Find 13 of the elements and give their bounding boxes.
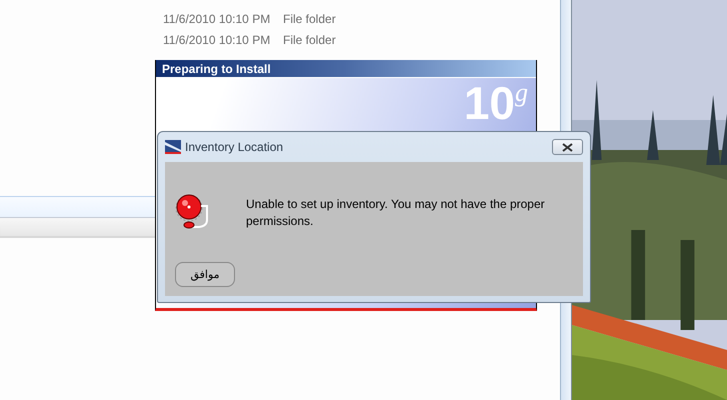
error-message: Unable to set up inventory. You may not have the proper permissions. [246, 196, 546, 230]
window-title: Preparing to Install [156, 60, 536, 78]
type-cell-text: File folder [283, 12, 337, 26]
logo-number: 10 [464, 80, 515, 126]
close-icon [562, 142, 573, 152]
type-cell-text: File folder [283, 32, 337, 46]
app-icon [165, 140, 181, 154]
dialog-title: Inventory Location [185, 140, 284, 154]
date-cell-text: 11/6/2010 10:10 PM [163, 32, 272, 46]
logo-letter: g [515, 80, 528, 106]
date-cell-text: 11/6/2010 10:10 PM [163, 12, 272, 26]
ok-button[interactable]: موافق [175, 262, 235, 287]
close-button[interactable] [552, 139, 583, 155]
